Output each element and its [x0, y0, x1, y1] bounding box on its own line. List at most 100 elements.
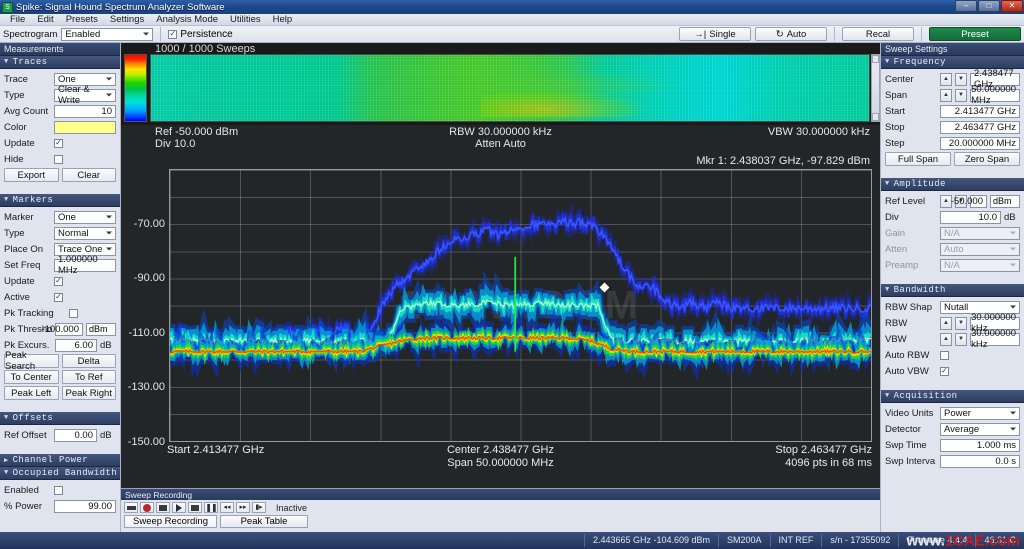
- channel-power-panel-header[interactable]: ▶ Channel Power: [0, 454, 120, 467]
- full-span-button[interactable]: Full Span: [885, 152, 951, 166]
- tab-peak-table[interactable]: Peak Table: [220, 515, 308, 528]
- plot-grid[interactable]: 1CAE.COM: [169, 169, 872, 442]
- step-input[interactable]: 20.000000 MHz: [940, 136, 1020, 150]
- trace-color-swatch[interactable]: [54, 120, 116, 134]
- center-down-spinner[interactable]: ▼: [955, 72, 967, 86]
- pk-threshold-unit-select[interactable]: dBm: [86, 322, 116, 336]
- swp-interval-input[interactable]: 0.0 s: [940, 454, 1020, 468]
- pk-tracking-checkbox[interactable]: [69, 308, 78, 318]
- marker-update-checkbox[interactable]: ✓: [54, 276, 63, 286]
- auto-button[interactable]: ↻ Auto: [755, 27, 827, 41]
- div-input[interactable]: 10.0: [940, 210, 1001, 224]
- menu-item-file[interactable]: File: [4, 14, 31, 26]
- rbw-down-spinner[interactable]: ▼: [955, 316, 967, 330]
- traces-panel-header[interactable]: ▼ Traces: [0, 56, 120, 69]
- recal-button[interactable]: Recal: [842, 27, 914, 41]
- step-back-icon[interactable]: ◂◂: [220, 502, 234, 513]
- ref-level-input[interactable]: -50.000: [951, 194, 987, 208]
- export-button[interactable]: Export: [4, 168, 59, 182]
- obw-enabled-checkbox[interactable]: [54, 485, 63, 495]
- menu-item-analysis-mode[interactable]: Analysis Mode: [150, 14, 224, 26]
- spectrum-plot[interactable]: Ref -50.000 dBm Div 10.0 RBW 30.000000 k…: [121, 125, 880, 488]
- minimize-button[interactable]: –: [955, 0, 977, 12]
- vbw-row: VBW ▲ ▼ 30.000000 kHz: [885, 328, 1020, 350]
- vbw-down-spinner[interactable]: ▼: [955, 332, 967, 346]
- detector-row: Detector Average: [885, 422, 1020, 436]
- y-tick-label: -130.00: [127, 381, 165, 394]
- swp-interval-row: Swp Interva 0.0 s: [885, 454, 1020, 468]
- center-up-spinner[interactable]: ▲: [940, 72, 952, 86]
- ref-offset-input[interactable]: 0.00: [54, 428, 97, 442]
- trace-update-checkbox[interactable]: ✓: [54, 138, 63, 148]
- obw-percent-input[interactable]: 99.00: [54, 499, 116, 513]
- menu-item-presets[interactable]: Presets: [60, 14, 104, 26]
- stop-freq-input[interactable]: 2.463477 GHz: [940, 120, 1020, 134]
- marker-select[interactable]: One: [54, 210, 116, 224]
- pause-icon[interactable]: ❚❚: [204, 502, 218, 513]
- preset-button[interactable]: Preset: [929, 27, 1021, 41]
- offsets-title: Offsets: [12, 413, 54, 423]
- trace-type-select[interactable]: Clear & Write: [54, 84, 116, 106]
- marker-active-checkbox[interactable]: ✓: [54, 292, 63, 302]
- stop-square-icon[interactable]: [188, 502, 202, 513]
- play-icon[interactable]: [172, 502, 186, 513]
- rbw-up-spinner[interactable]: ▲: [940, 316, 952, 330]
- close-button[interactable]: ✕: [1001, 0, 1023, 12]
- detector-select[interactable]: Average: [940, 422, 1020, 436]
- set-freq-input[interactable]: 1.000000 MHz: [54, 254, 116, 276]
- bandwidth-panel-header[interactable]: ▼ Bandwidth: [881, 284, 1024, 297]
- menu-item-settings[interactable]: Settings: [104, 14, 150, 26]
- gain-value: N/A: [944, 227, 960, 239]
- single-button[interactable]: →| Single: [679, 27, 751, 41]
- peak-search-button[interactable]: Peak Search: [4, 350, 59, 372]
- menu-item-help[interactable]: Help: [267, 14, 299, 26]
- chevron-down-icon: [143, 32, 150, 36]
- swp-time-input[interactable]: 1.000 ms: [940, 438, 1020, 452]
- to-ref-button[interactable]: To Ref: [61, 370, 116, 384]
- trace-hide-checkbox[interactable]: [54, 154, 63, 164]
- tab-sweep-recording[interactable]: Sweep Recording: [124, 515, 217, 528]
- delta-button[interactable]: Delta: [61, 354, 116, 368]
- auto-rbw-checkbox[interactable]: [940, 350, 949, 360]
- zero-span-button[interactable]: Zero Span: [954, 152, 1020, 166]
- scrollbar-up-arrow[interactable]: [872, 55, 879, 63]
- pk-excursion-input[interactable]: 6.00: [55, 338, 97, 352]
- occupied-bandwidth-panel-header[interactable]: ▼ Occupied Bandwidth: [0, 467, 120, 480]
- vbw-up-spinner[interactable]: ▲: [940, 332, 952, 346]
- spectrogram-select[interactable]: Enabled: [61, 27, 154, 41]
- menu-item-edit[interactable]: Edit: [31, 14, 59, 26]
- end-icon[interactable]: ▮▸: [252, 502, 266, 513]
- span-down-spinner[interactable]: ▼: [955, 88, 967, 102]
- persistence-checkbox[interactable]: ✓ Persistence: [168, 29, 233, 40]
- peak-right-button[interactable]: Peak Right: [61, 386, 116, 400]
- vbw-input[interactable]: 30.000000 kHz: [970, 328, 1020, 350]
- peak-left-button[interactable]: Peak Left: [4, 386, 59, 400]
- scrollbar-down-arrow[interactable]: [872, 113, 879, 121]
- menu-item-utilities[interactable]: Utilities: [224, 14, 267, 26]
- amplitude-panel-header[interactable]: ▼ Amplitude: [881, 178, 1024, 191]
- open-recording-icon[interactable]: [124, 502, 138, 513]
- record-icon[interactable]: [140, 502, 154, 513]
- offsets-panel-header[interactable]: ▼ Offsets: [0, 412, 120, 425]
- preamp-select: N/A: [940, 258, 1020, 272]
- waterfall-scrollbar[interactable]: [871, 54, 880, 122]
- start-freq-input[interactable]: 2.413477 GHz: [940, 104, 1020, 118]
- clear-button[interactable]: Clear: [61, 168, 116, 182]
- marker-active-label: Active: [4, 291, 30, 303]
- span-input[interactable]: 50.000000 MHz: [970, 84, 1020, 106]
- maximize-button[interactable]: □: [978, 0, 1000, 12]
- step-forward-icon[interactable]: ▸▸: [236, 502, 250, 513]
- chevron-down-icon: [1010, 411, 1016, 415]
- ref-level-unit-select[interactable]: dBm: [990, 194, 1020, 208]
- marker-type-select[interactable]: Normal: [54, 226, 116, 240]
- stop-icon[interactable]: [156, 502, 170, 513]
- markers-panel-header[interactable]: ▼ Markers: [0, 194, 120, 207]
- video-units-select[interactable]: Power: [940, 406, 1020, 420]
- pk-threshold-input[interactable]: -100.000: [41, 322, 83, 336]
- avg-count-input[interactable]: 10: [54, 104, 116, 118]
- waterfall-display[interactable]: [150, 54, 870, 122]
- auto-vbw-checkbox[interactable]: ✓: [940, 366, 949, 376]
- to-center-button[interactable]: To Center: [4, 370, 59, 384]
- acquisition-panel-header[interactable]: ▼ Acquisition: [881, 390, 1024, 403]
- span-up-spinner[interactable]: ▲: [940, 88, 952, 102]
